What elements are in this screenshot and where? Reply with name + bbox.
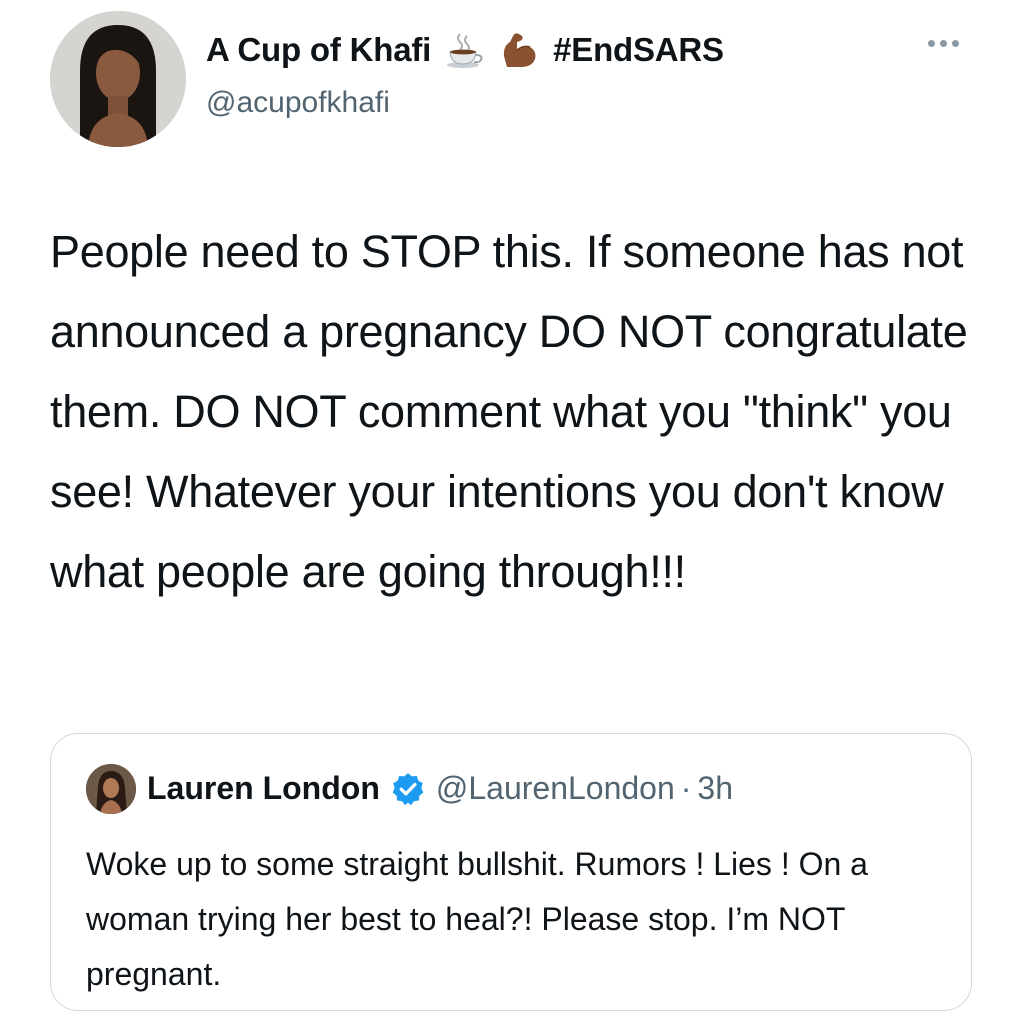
- verified-badge-icon: [390, 771, 426, 807]
- author-line: A Cup of Khafi #EndSARS: [206, 30, 724, 70]
- author-avatar[interactable]: [50, 11, 186, 147]
- quoted-tweet-header: Lauren London @LaurenLondon · 3h: [147, 770, 733, 807]
- quoted-tweet[interactable]: Lauren London @LaurenLondon · 3h Woke up…: [50, 733, 972, 1011]
- quoted-tweet-text: Woke up to some straight bullshit. Rumor…: [86, 846, 868, 992]
- flexed-biceps-icon: [499, 30, 539, 70]
- author-name[interactable]: A Cup of Khafi: [206, 31, 431, 69]
- hot-beverage-icon: [445, 30, 485, 70]
- quoted-tweet-timestamp[interactable]: 3h: [697, 770, 733, 807]
- quoted-author-avatar[interactable]: [86, 764, 136, 814]
- author-hashtag[interactable]: #EndSARS: [553, 31, 724, 69]
- dot-separator: ·: [680, 770, 692, 806]
- author-handle[interactable]: @acupofkhafi: [206, 86, 390, 120]
- quoted-author-handle[interactable]: @LaurenLondon: [436, 770, 675, 807]
- quoted-author-name[interactable]: Lauren London: [147, 770, 380, 807]
- more-options-icon[interactable]: [928, 40, 959, 47]
- tweet-text: People need to STOP this. If someone has…: [50, 226, 968, 597]
